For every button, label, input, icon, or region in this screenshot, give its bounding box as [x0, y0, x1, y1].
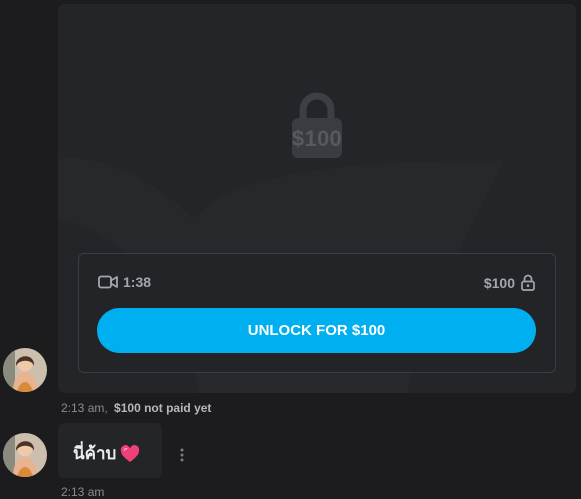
payment-status: $100 not paid yet: [114, 401, 212, 415]
media-duration: 1:38: [123, 274, 152, 290]
avatar[interactable]: [3, 433, 47, 477]
media-info: 1:38: [98, 274, 151, 290]
avatar[interactable]: [3, 348, 47, 392]
price-info: $100: [484, 274, 535, 291]
unlock-button[interactable]: UNLOCK FOR $100: [97, 308, 536, 353]
preview-price: $100: [291, 126, 343, 151]
heart-icon: [121, 444, 140, 462]
message-text-row: นี่ค้าบ: [73, 440, 140, 467]
video-camera-icon: [98, 275, 118, 289]
message-time: 2:13 am,: [61, 401, 108, 415]
message-meta: 2:13 am, $100 not paid yet: [61, 401, 211, 415]
post-price: $100: [483, 274, 515, 291]
more-options-icon[interactable]: [176, 446, 188, 464]
lock-icon: [521, 274, 535, 291]
message-text: นี่ค้าบ: [73, 444, 117, 463]
locked-media-card: $100 1:38 $100 UNLOCK FOR $100: [58, 4, 576, 393]
unlock-panel: 1:38 $100 UNLOCK FOR $100: [78, 253, 556, 373]
message-bubble[interactable]: นี่ค้าบ: [58, 423, 162, 478]
